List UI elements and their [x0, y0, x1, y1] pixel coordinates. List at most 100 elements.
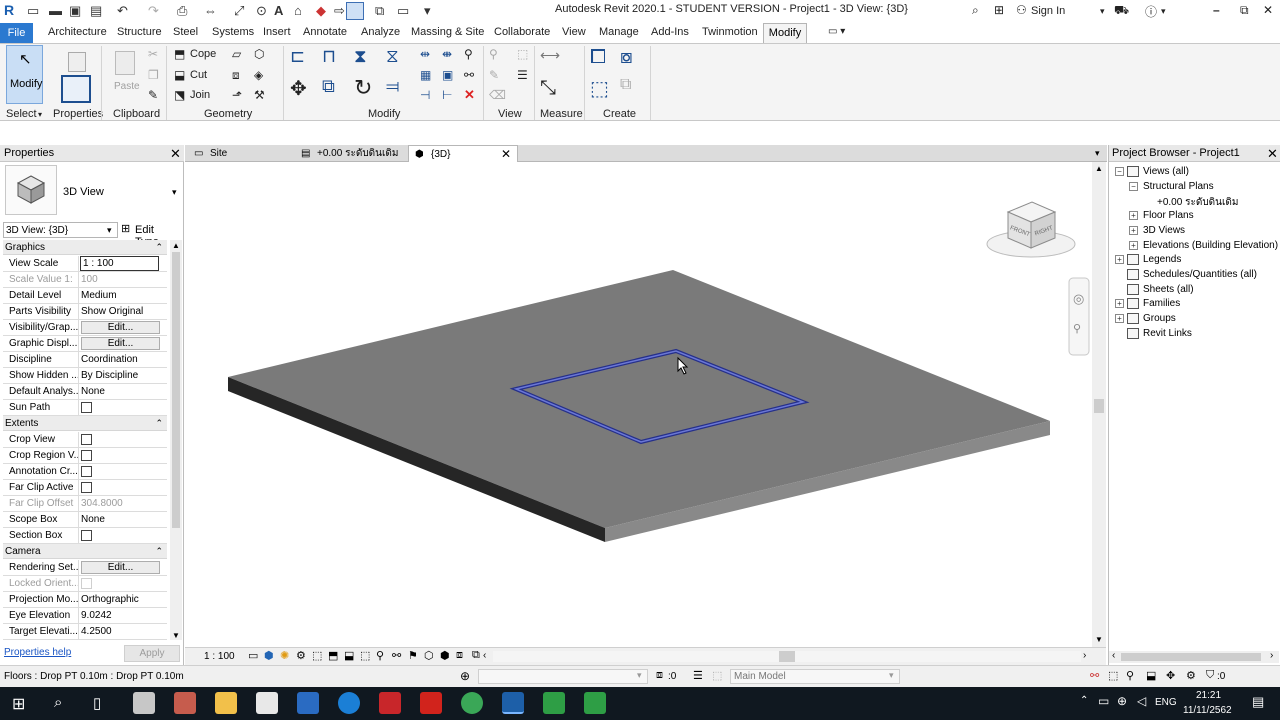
hscroll-right-icon[interactable]: ›: [1083, 650, 1086, 661]
select-links-icon[interactable]: ⚯: [1090, 669, 1099, 682]
worksharing-icon[interactable]: ⚑: [408, 649, 418, 662]
ribbon-options-icon[interactable]: ▭ ▾: [828, 26, 845, 37]
clock-date[interactable]: 11/11/2562: [1183, 705, 1232, 716]
properties-scroll-down-icon[interactable]: ▼: [172, 631, 180, 640]
property-checkbox[interactable]: [81, 466, 92, 477]
tab-site-view[interactable]: ▭ Site: [188, 145, 294, 162]
cut-icon[interactable]: ⬓: [174, 68, 185, 82]
filter-icon[interactable]: ⛉: [1206, 669, 1214, 682]
expand-node-icon[interactable]: +: [1115, 299, 1124, 309]
property-value[interactable]: Coordination: [81, 354, 167, 365]
instance-selector[interactable]: 3D View: {3D} ▾: [3, 222, 118, 238]
tab-analyze[interactable]: Analyze: [361, 26, 400, 38]
detail-level-icon[interactable]: ▭: [248, 649, 258, 662]
thin-lines-toggle-icon[interactable]: ☰: [517, 68, 528, 82]
collapse-group-icon[interactable]: ⌃: [155, 544, 163, 559]
property-value[interactable]: Medium: [81, 290, 167, 301]
property-checkbox[interactable]: [81, 530, 92, 541]
measure-between-icon[interactable]: ⟷: [540, 47, 560, 64]
tab-steel[interactable]: Steel: [173, 26, 198, 38]
browser-node[interactable]: Views (all): [1143, 166, 1189, 177]
paint-icon[interactable]: ◈: [254, 68, 263, 82]
revit-taskbar-icon[interactable]: [502, 692, 524, 714]
temp-hide-icon[interactable]: ⚲: [376, 649, 384, 662]
outlook-icon[interactable]: [297, 692, 319, 714]
property-value[interactable]: None: [81, 514, 167, 525]
viewcube[interactable]: FRONT RIGHT: [986, 201, 1076, 258]
volume-icon[interactable]: ◁: [1137, 694, 1146, 708]
expand-node-icon[interactable]: +: [1115, 314, 1124, 323]
match-type-icon[interactable]: ✎: [148, 88, 158, 102]
restore-icon[interactable]: ⧉: [1240, 3, 1249, 18]
create-parts-icon[interactable]: ⬚: [590, 76, 609, 101]
input-language[interactable]: ENG: [1155, 697, 1177, 708]
browser-scroll-right-icon[interactable]: ›: [1270, 650, 1273, 661]
property-edit-button[interactable]: Edit...: [81, 561, 160, 574]
tab-modify[interactable]: Modify: [763, 23, 807, 43]
select-underlay-icon[interactable]: ⬚: [1108, 669, 1118, 682]
dimension-icon[interactable]: ⤢: [234, 3, 244, 19]
collapse-node-icon[interactable]: −: [1115, 167, 1124, 176]
design-options-icon[interactable]: ☰: [693, 669, 703, 682]
ruby-app-icon[interactable]: [379, 692, 401, 714]
split-gap-icon[interactable]: ⇼: [442, 47, 452, 61]
linework-icon[interactable]: ⌫: [489, 88, 506, 102]
edit-type-button[interactable]: ⊞ Edit Type: [120, 222, 180, 248]
properties-help-link[interactable]: Properties help: [4, 647, 71, 658]
editing-requests-icon[interactable]: ⧈: [656, 669, 663, 682]
mirror-draw-icon[interactable]: ⧖: [386, 46, 399, 67]
shadows-icon[interactable]: ⚙: [296, 649, 306, 662]
select-panel-label[interactable]: Select: [6, 108, 37, 120]
tab-structure[interactable]: Structure: [117, 26, 162, 38]
browser-node[interactable]: +0.00 ระดับดินเดิม: [1157, 195, 1239, 210]
tray-expand-icon[interactable]: ⌃: [1080, 695, 1088, 706]
close-window-icon[interactable]: ✕: [1263, 3, 1273, 17]
browser-node[interactable]: Legends: [1143, 254, 1181, 265]
navigation-bar[interactable]: ◎ ⚲: [1068, 277, 1090, 356]
temp-properties-icon[interactable]: ⬡: [424, 649, 434, 662]
open-folder-icon[interactable]: ▬: [49, 3, 62, 19]
property-value[interactable]: 1 : 100: [80, 256, 159, 271]
task-view-icon[interactable]: ▯: [93, 694, 101, 712]
zoom-icon[interactable]: ⚲: [1073, 322, 1081, 335]
copy-icon[interactable]: ⧉: [322, 76, 335, 97]
type-thumbnail[interactable]: [5, 165, 57, 215]
property-value[interactable]: Orthographic: [81, 594, 167, 605]
browser-node[interactable]: Families: [1143, 298, 1180, 309]
show-crop-icon[interactable]: ⬓: [344, 649, 354, 662]
drawing-area-3d[interactable]: FRONT RIGHT ◎ ⚲ ▲ ▼: [186, 162, 1106, 647]
meeting-app-icon[interactable]: [133, 692, 155, 714]
canvas-scroll-up-icon[interactable]: ▲: [1095, 164, 1103, 173]
property-edit-button[interactable]: Edit...: [81, 321, 160, 334]
property-checkbox[interactable]: [81, 450, 92, 461]
property-checkbox[interactable]: [81, 402, 92, 413]
crop-view-icon[interactable]: ⬒: [328, 649, 338, 662]
split-face-icon[interactable]: ⧈: [232, 68, 240, 83]
canvas-scroll-thumb[interactable]: [1094, 399, 1104, 413]
close-3d-tab-icon[interactable]: ✕: [501, 148, 511, 161]
demolish-icon[interactable]: ⬏: [232, 88, 242, 102]
workset-dropdown[interactable]: ▾: [478, 669, 648, 684]
customize-icon[interactable]: ▾: [424, 3, 431, 19]
array-icon[interactable]: ▦: [420, 68, 431, 82]
redo-icon[interactable]: ↷: [148, 3, 159, 19]
properties-scroll-thumb[interactable]: [172, 252, 180, 528]
hscroll-left-icon[interactable]: ‹: [483, 650, 486, 661]
browser-node[interactable]: Sheets (all): [1143, 284, 1194, 295]
browser-node[interactable]: 3D Views: [1143, 225, 1185, 236]
print-icon[interactable]: ⎙: [177, 3, 187, 19]
property-value[interactable]: None: [81, 386, 167, 397]
rendering-icon[interactable]: ⬚: [312, 649, 322, 662]
aligned-dimension-icon[interactable]: ⤡: [540, 77, 556, 100]
network-icon[interactable]: ⊕: [1117, 694, 1127, 708]
extend-icon[interactable]: ⊢: [442, 88, 452, 102]
browser-node[interactable]: Revit Links: [1143, 328, 1192, 339]
property-group-camera[interactable]: Camera ⌃: [3, 544, 167, 559]
expand-node-icon[interactable]: +: [1129, 225, 1138, 235]
scale-icon[interactable]: ▣: [442, 68, 453, 82]
override-icon[interactable]: ✎: [489, 68, 499, 82]
canvas-scroll-down-icon[interactable]: ▼: [1095, 635, 1103, 644]
browser-hscroll[interactable]: ‹ ›: [1109, 650, 1279, 663]
minimize-icon[interactable]: –: [1213, 3, 1220, 17]
canvas-horizontal-scrollbar[interactable]: [493, 651, 1081, 662]
